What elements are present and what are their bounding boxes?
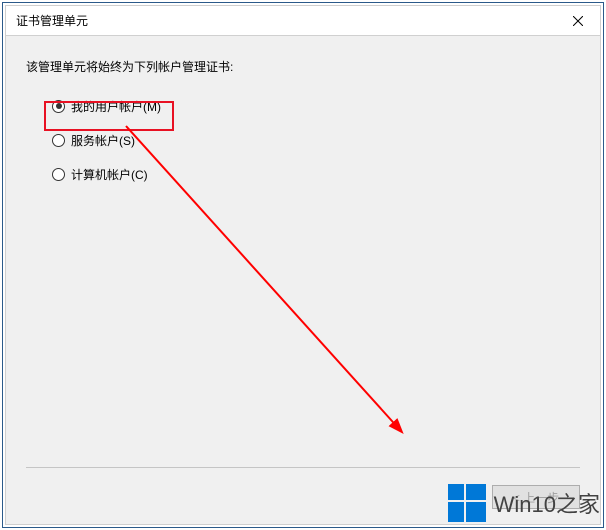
radio-icon	[52, 168, 65, 181]
radio-label: 服务帐户(S)	[71, 132, 135, 149]
window-title: 证书管理单元	[16, 12, 88, 29]
radio-icon	[52, 100, 65, 113]
close-icon	[573, 16, 583, 26]
back-button[interactable]: < 上一步	[492, 485, 580, 509]
radio-label: 计算机帐户(C)	[71, 166, 148, 183]
close-button[interactable]	[555, 6, 600, 35]
radio-my-user-account[interactable]: 我的用户帐户(M)	[52, 97, 580, 115]
titlebar: 证书管理单元	[6, 6, 600, 36]
certificate-snap-in-dialog: 证书管理单元 该管理单元将始终为下列帐户管理证书: 我的用户帐户(M) 服务帐户…	[5, 5, 601, 525]
account-radio-group: 我的用户帐户(M) 服务帐户(S) 计算机帐户(C)	[26, 97, 580, 183]
radio-service-account[interactable]: 服务帐户(S)	[52, 131, 580, 149]
separator	[26, 467, 580, 468]
dialog-content: 该管理单元将始终为下列帐户管理证书: 我的用户帐户(M) 服务帐户(S) 计算机…	[6, 36, 600, 524]
button-row: < 上一步	[492, 485, 580, 509]
prompt-text: 该管理单元将始终为下列帐户管理证书:	[26, 58, 580, 75]
radio-icon	[52, 134, 65, 147]
radio-label: 我的用户帐户(M)	[71, 98, 161, 115]
button-label: < 上一步	[513, 489, 559, 506]
radio-computer-account[interactable]: 计算机帐户(C)	[52, 165, 580, 183]
